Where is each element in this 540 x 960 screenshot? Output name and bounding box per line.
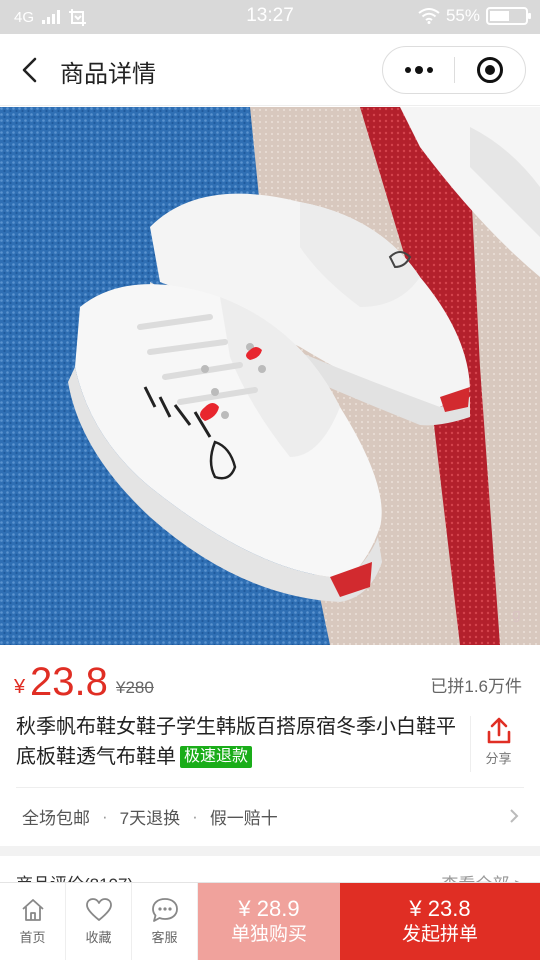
battery-icon xyxy=(486,7,531,25)
status-bar: 4G 13:27 55% xyxy=(0,0,540,34)
page-title: 商品详情 xyxy=(60,61,156,88)
tab-favorite[interactable]: 收藏 xyxy=(66,883,132,960)
group-buy-button[interactable]: ¥ 23.8 发起拼单 xyxy=(340,883,540,960)
wifi-icon xyxy=(418,8,440,24)
single-buy-button[interactable]: ¥ 28.9 单独购买 xyxy=(198,883,340,960)
share-icon xyxy=(487,717,510,744)
service-separator: · xyxy=(192,806,198,826)
back-icon[interactable] xyxy=(18,56,44,84)
original-price: ¥280 xyxy=(116,678,154,697)
single-buy-price: ¥ 28.9 xyxy=(238,895,300,921)
close-mini-program-button[interactable] xyxy=(455,47,525,93)
nav-bar: 商品详情 xyxy=(0,34,540,106)
price-row: ¥ 23.8 ¥280 已拼1.6万件 xyxy=(0,654,540,704)
group-buy-label: 发起拼单 xyxy=(401,923,478,945)
home-icon xyxy=(21,899,44,921)
sold-count: 已拼1.6万件 xyxy=(430,677,522,696)
share-label: 分享 xyxy=(485,751,512,766)
tab-home[interactable]: 首页 xyxy=(0,883,66,960)
status-right: 55% xyxy=(418,6,531,26)
chevron-right-icon xyxy=(510,809,519,823)
service-separator: · xyxy=(102,806,108,826)
tab-home-label: 首页 xyxy=(19,930,46,945)
battery-percent: 55% xyxy=(445,6,480,25)
more-button[interactable] xyxy=(383,47,454,93)
heart-icon xyxy=(85,898,112,921)
product-title-block: 秋季帆布鞋女鞋子学生韩版百搭原宿冬季小白鞋平底板鞋透气布鞋单 极速退款 xyxy=(16,712,456,772)
service-free-shipping: 全场包邮 xyxy=(22,809,90,828)
tab-favorite-label: 收藏 xyxy=(85,930,112,945)
single-buy-label: 单独购买 xyxy=(230,923,307,945)
bottom-action-bar: 首页 收藏 客服 ¥ 28.9 单独购买 ¥ 23.8 发起拼单 xyxy=(0,882,540,960)
product-image[interactable]: ɡ xyxy=(0,107,540,645)
service-guarantees[interactable]: 全场包邮 · 7天退换 · 假一赔十 xyxy=(0,788,540,844)
chat-icon xyxy=(151,898,178,922)
fast-refund-badge: 极速退款 xyxy=(180,746,253,768)
mini-program-capsule xyxy=(382,46,526,94)
svg-text:ɡ: ɡ xyxy=(512,607,521,623)
group-price: 23.8 xyxy=(30,660,108,704)
currency-symbol: ¥ xyxy=(14,676,26,698)
group-buy-price: ¥ 23.8 xyxy=(409,895,471,921)
service-7day-return: 7天退换 xyxy=(119,809,181,828)
target-icon xyxy=(476,57,503,83)
tab-customer-service-label: 客服 xyxy=(151,930,178,945)
service-fake-compensation: 假一赔十 xyxy=(209,809,278,828)
service-list: 全场包邮 · 7天退换 · 假一赔十 xyxy=(22,804,278,829)
section-gap xyxy=(0,846,540,856)
sneaker-photo: ɡ xyxy=(0,107,540,645)
tab-customer-service[interactable]: 客服 xyxy=(132,883,198,960)
share-button[interactable]: 分享 xyxy=(470,716,526,772)
